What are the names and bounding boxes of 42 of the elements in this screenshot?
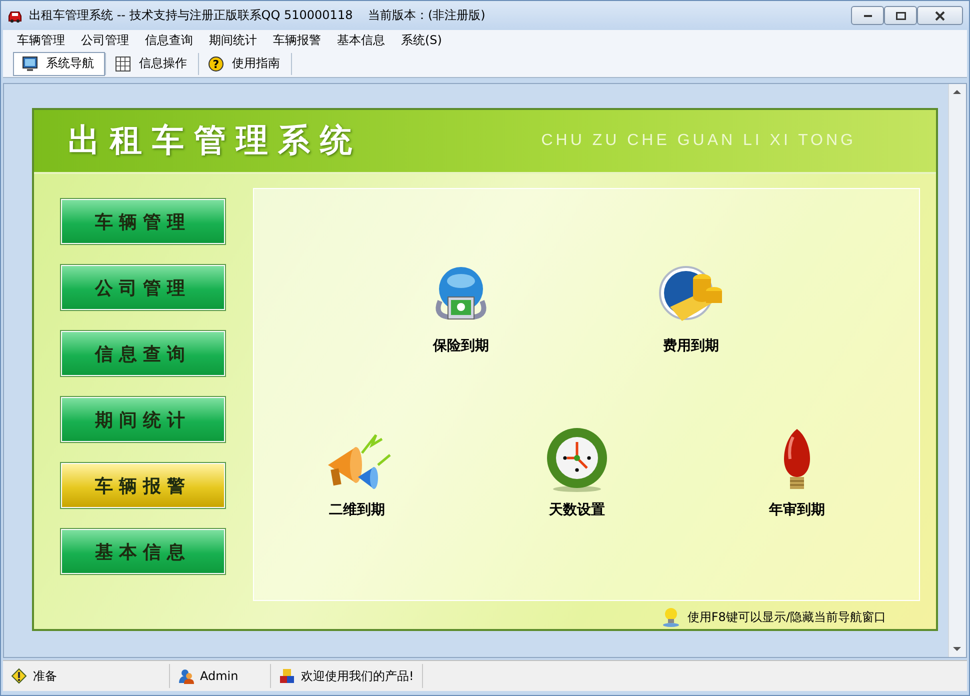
function-shortcut[interactable]: 二维到期 <box>297 425 417 519</box>
close-icon <box>935 10 945 20</box>
nav-button[interactable]: 车辆管理 <box>61 199 225 244</box>
toolbar-button[interactable]: 系统导航 <box>13 52 105 76</box>
window-title: 出租车管理系统 -- 技术支持与注册正版联系QQ 510000118 当前版本：(非注册版) <box>29 7 486 24</box>
menu-item[interactable]: 系统(S) <box>393 32 450 48</box>
lightbulb-icon <box>661 607 682 627</box>
grid-icon <box>115 56 131 72</box>
toolbar-button[interactable]: 信息操作 <box>106 52 198 76</box>
app-title: 出租车管理系统 <box>68 120 362 161</box>
nav-button[interactable]: 期间统计 <box>61 397 225 442</box>
status-text: 欢迎使用我们的产品! <box>301 668 414 684</box>
help-icon: ? <box>208 56 224 72</box>
minimize-button[interactable] <box>851 6 884 25</box>
function-shortcut[interactable]: 天数设置 <box>517 425 637 519</box>
menu-item[interactable]: 期间统计 <box>201 32 265 48</box>
close-button[interactable] <box>917 6 963 25</box>
menu-item[interactable]: 公司管理 <box>73 32 137 48</box>
user-icon <box>178 668 194 684</box>
vertical-scrollbar[interactable] <box>948 84 966 657</box>
maximize-button[interactable] <box>884 6 917 25</box>
app-subtitle: CHU ZU CHE GUAN LI XI TONG <box>541 132 856 150</box>
maximize-icon <box>896 12 906 20</box>
status-text: Admin <box>200 669 238 683</box>
toolbar-button[interactable]: ? 使用指南 <box>199 52 291 76</box>
function-shortcut[interactable]: 保险到期 <box>401 261 521 355</box>
warning-sign-icon <box>11 668 27 684</box>
minimize-icon <box>864 14 872 16</box>
hint-text: 使用F8键可以显示/隐藏当前导航窗口 <box>687 608 886 626</box>
function-shortcut[interactable]: 年审到期 <box>737 425 857 519</box>
menu-item[interactable]: 信息查询 <box>137 32 201 48</box>
nav-button[interactable]: 信息查询 <box>61 331 225 376</box>
cubes-icon <box>279 668 295 684</box>
menu-item[interactable]: 车辆报警 <box>265 32 329 48</box>
nav-button[interactable]: 基本信息 <box>61 529 225 574</box>
menu-item[interactable]: 基本信息 <box>329 32 393 48</box>
monitor-icon <box>22 56 38 72</box>
function-shortcut[interactable]: 费用到期 <box>631 261 751 355</box>
nav-button[interactable]: 车辆报警 <box>61 463 225 508</box>
status-text: 准备 <box>33 668 57 684</box>
menu-item[interactable]: 车辆管理 <box>9 32 73 48</box>
nav-button[interactable]: 公司管理 <box>61 265 225 310</box>
